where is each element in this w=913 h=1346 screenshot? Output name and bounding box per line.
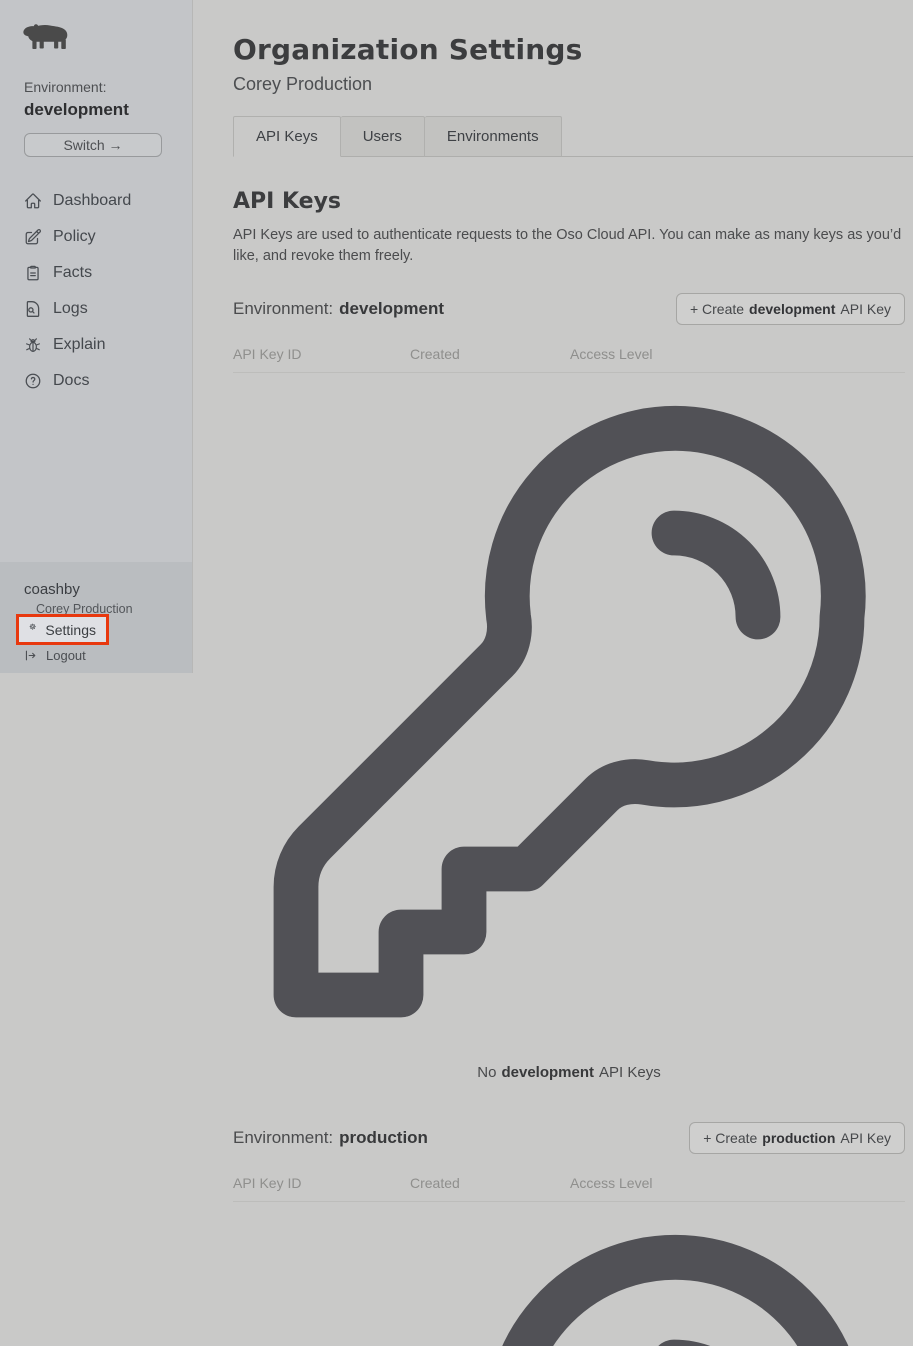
environment-label: Environment: bbox=[233, 1128, 333, 1148]
api-key-table-header: API Key ID Created Access Level bbox=[233, 346, 905, 373]
sidebar-item-explain[interactable]: Explain bbox=[24, 327, 174, 363]
create-production-api-key-button[interactable]: + Create production API Key bbox=[689, 1122, 905, 1154]
oso-bear-logo-icon bbox=[22, 21, 69, 51]
settings-label: Settings bbox=[45, 622, 96, 638]
gear-icon bbox=[29, 623, 36, 636]
sidebar-item-label: Policy bbox=[53, 228, 96, 246]
production-section-header: Environment: production + Create product… bbox=[233, 1122, 905, 1154]
page-title: Organization Settings bbox=[233, 33, 913, 66]
bug-icon bbox=[24, 336, 42, 354]
environment-switcher: Environment: development bbox=[24, 79, 129, 120]
development-section-header: Environment: development + Create develo… bbox=[233, 293, 905, 325]
environment-name: development bbox=[339, 299, 444, 319]
production-section-title: Environment: production bbox=[233, 1128, 428, 1148]
tab-environments[interactable]: Environments bbox=[425, 116, 562, 157]
create-button-suffix: API Key bbox=[840, 301, 891, 317]
create-button-prefix: + Create bbox=[690, 301, 744, 317]
column-created: Created bbox=[410, 346, 570, 362]
development-empty-text: No development API Keys bbox=[477, 1064, 660, 1081]
column-access-level: Access Level bbox=[570, 1175, 905, 1191]
clipboard-icon bbox=[24, 264, 42, 282]
user-panel: coashby Corey Production Settings bbox=[0, 562, 192, 673]
sidebar-item-label: Docs bbox=[53, 372, 89, 390]
username: coashby bbox=[24, 581, 80, 598]
sidebar-item-policy[interactable]: Policy bbox=[24, 219, 174, 255]
page-subtitle: Corey Production bbox=[233, 74, 913, 95]
create-button-suffix: API Key bbox=[840, 1130, 891, 1146]
api-keys-panel: API Keys API Keys are used to authentica… bbox=[233, 189, 913, 1346]
sidebar-item-label: Dashboard bbox=[53, 192, 131, 210]
column-created: Created bbox=[410, 1175, 570, 1191]
settings-button[interactable]: Settings bbox=[19, 617, 106, 642]
create-button-prefix: + Create bbox=[703, 1130, 757, 1146]
development-section-title: Environment: development bbox=[233, 299, 444, 319]
sidebar-item-logs[interactable]: Logs bbox=[24, 291, 174, 327]
key-icon bbox=[233, 386, 905, 1058]
sidebar-nav: Dashboard Policy Facts bbox=[24, 183, 174, 399]
logout-icon bbox=[24, 649, 37, 662]
environment-label: Environment: bbox=[233, 299, 333, 319]
environment-name: production bbox=[339, 1128, 428, 1148]
empty-prefix: No bbox=[477, 1064, 496, 1081]
key-icon bbox=[233, 1215, 905, 1346]
api-keys-description: API Keys are used to authenticate reques… bbox=[233, 225, 905, 267]
sidebar-item-label: Explain bbox=[53, 336, 105, 354]
sidebar-item-docs[interactable]: Docs bbox=[24, 363, 174, 399]
tab-api-keys[interactable]: API Keys bbox=[233, 116, 341, 157]
api-keys-heading: API Keys bbox=[233, 189, 905, 214]
home-icon bbox=[24, 192, 42, 210]
sidebar-item-label: Logs bbox=[53, 300, 88, 318]
tabbar: API Keys Users Environments bbox=[233, 116, 913, 157]
sidebar-item-facts[interactable]: Facts bbox=[24, 255, 174, 291]
create-development-api-key-button[interactable]: + Create development API Key bbox=[676, 293, 905, 325]
column-access-level: Access Level bbox=[570, 346, 905, 362]
tab-users[interactable]: Users bbox=[341, 116, 425, 157]
main-content: Organization Settings Corey Production A… bbox=[194, 0, 913, 673]
production-empty-state: No production API Keys bbox=[233, 1202, 905, 1346]
switch-environment-button[interactable]: Switch → bbox=[24, 133, 162, 157]
logout-button[interactable]: Logout bbox=[24, 648, 86, 663]
logout-label: Logout bbox=[46, 648, 86, 663]
create-button-env: production bbox=[762, 1130, 835, 1146]
development-empty-state: No development API Keys bbox=[233, 373, 905, 1082]
empty-env: development bbox=[501, 1064, 594, 1081]
question-circle-icon bbox=[24, 372, 42, 390]
sidebar: Environment: development Switch → Dashbo… bbox=[0, 0, 193, 673]
document-search-icon bbox=[24, 300, 42, 318]
column-api-key-id: API Key ID bbox=[233, 1175, 410, 1191]
column-api-key-id: API Key ID bbox=[233, 346, 410, 362]
empty-suffix: API Keys bbox=[599, 1064, 661, 1081]
api-key-table-header: API Key ID Created Access Level bbox=[233, 1175, 905, 1202]
sidebar-item-dashboard[interactable]: Dashboard bbox=[24, 183, 174, 219]
create-button-env: development bbox=[749, 301, 835, 317]
annotation-highlight: Settings bbox=[16, 614, 109, 645]
environment-value: development bbox=[24, 100, 129, 120]
sidebar-item-label: Facts bbox=[53, 264, 92, 282]
pencil-square-icon bbox=[24, 228, 42, 246]
environment-label: Environment: bbox=[24, 79, 129, 95]
